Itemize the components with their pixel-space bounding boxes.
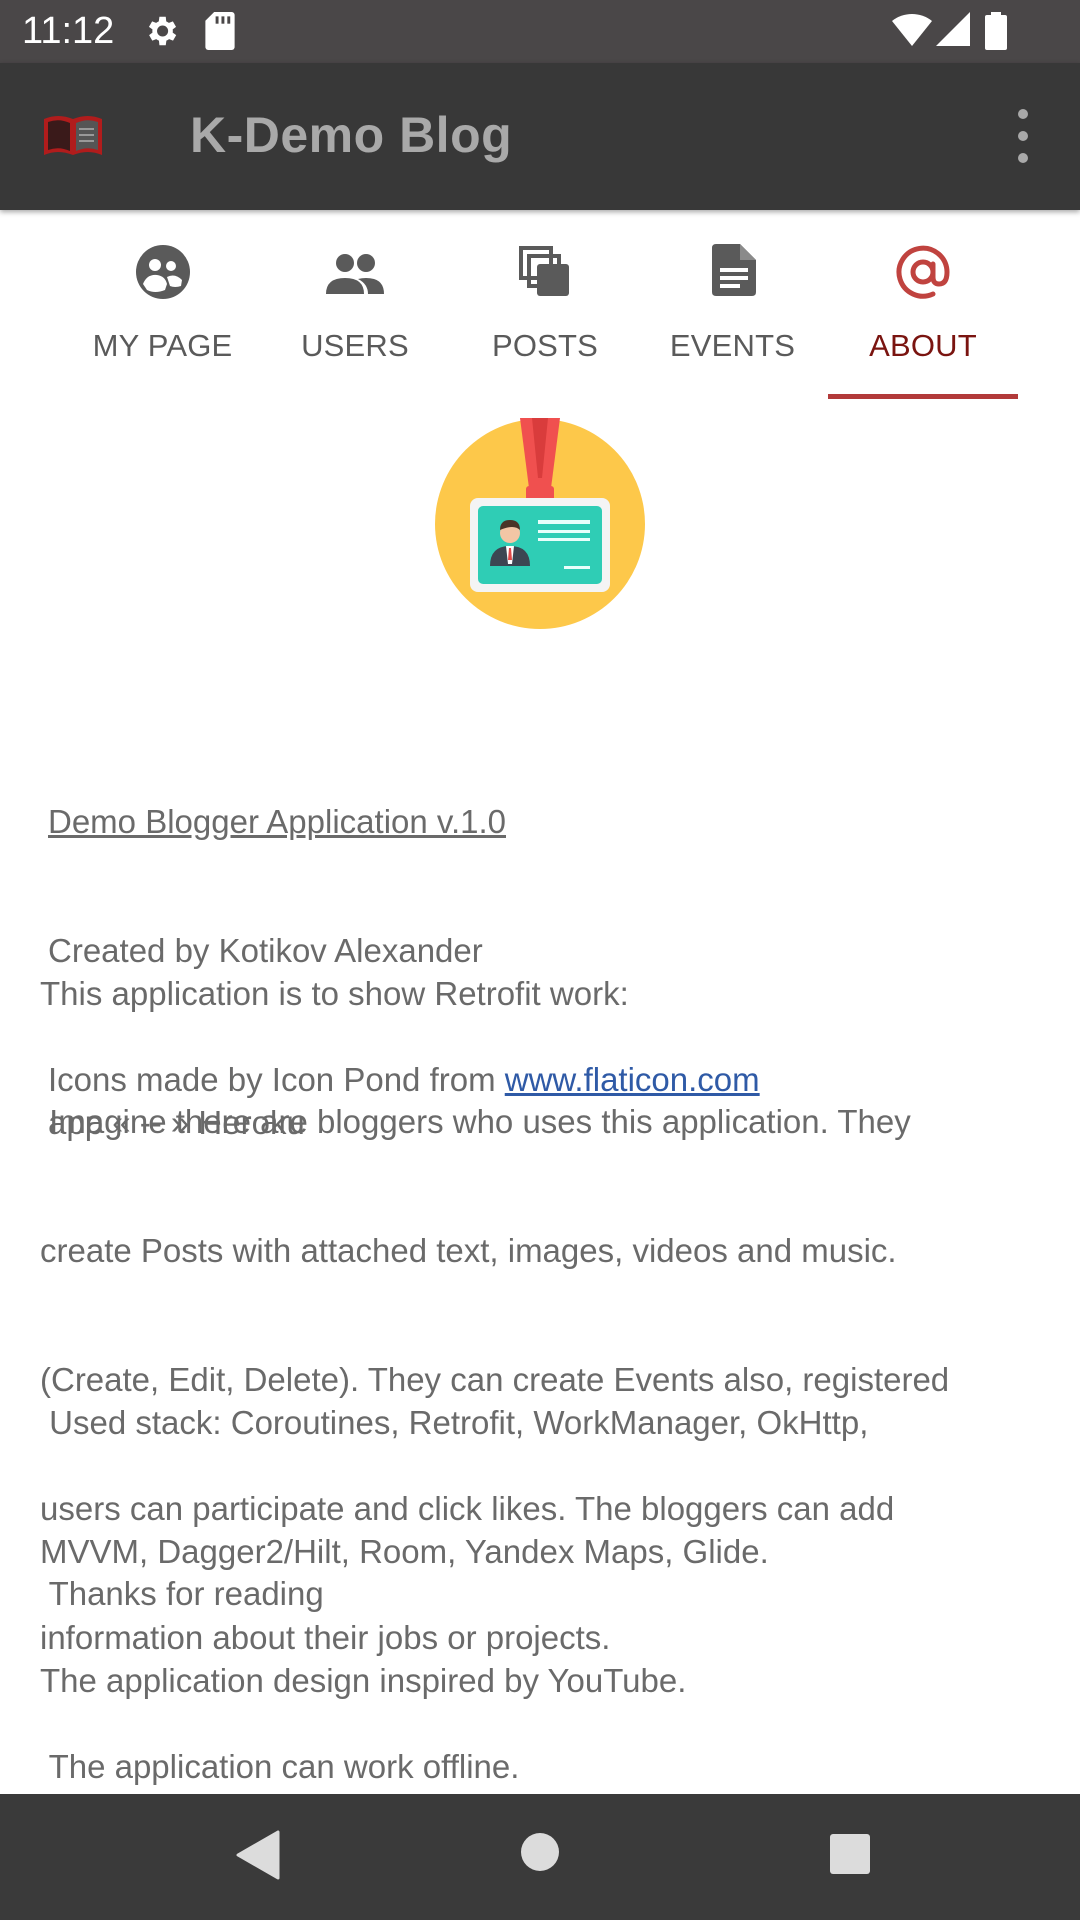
status-bar: 11:12 — [0, 0, 1080, 63]
status-time: 11:12 — [22, 10, 115, 52]
book-logo-icon — [42, 113, 104, 162]
users-icon — [324, 244, 386, 301]
thanks-text: Thanks for reading — [40, 1575, 324, 1612]
sd-card-icon — [205, 12, 235, 55]
active-tab-indicator — [828, 394, 1018, 399]
tab-posts[interactable]: POSTS — [450, 212, 640, 400]
tab-about[interactable]: ABOUT — [828, 212, 1018, 400]
tab-label: USERS — [301, 328, 409, 363]
tab-my-page[interactable]: MY PAGE — [70, 212, 255, 400]
tab-events[interactable]: EVENTS — [640, 212, 825, 400]
purpose-line: This application is to show Retrofit wor… — [40, 975, 629, 1012]
system-nav-bar — [0, 1794, 1080, 1920]
tab-label: MY PAGE — [92, 328, 233, 363]
description-line: The application can work offline. — [40, 1748, 520, 1785]
stack-line: The application design inspired by YouTu… — [40, 1662, 687, 1699]
description-line: Imagine there are bloggers who uses this… — [40, 1103, 911, 1140]
tab-label: POSTS — [491, 328, 599, 363]
overflow-menu-button[interactable] — [1000, 101, 1046, 171]
app-version-link[interactable]: Demo Blogger Application v.1.0 — [48, 803, 506, 840]
id-badge-illustration — [434, 418, 646, 630]
stack-line: Used stack: Coroutines, Retrofit, WorkMa… — [40, 1404, 869, 1441]
recents-icon[interactable] — [830, 1834, 870, 1879]
cellular-signal-icon — [936, 12, 970, 53]
description-line: create Posts with attached text, images,… — [40, 1232, 897, 1269]
posts-icon — [517, 244, 573, 305]
about-thanks: Thanks for reading — [40, 1486, 1050, 1658]
back-icon[interactable] — [236, 1830, 280, 1885]
my-page-icon — [135, 244, 191, 305]
tab-users[interactable]: USERS — [260, 212, 450, 400]
home-icon[interactable] — [520, 1832, 560, 1877]
wifi-icon — [892, 12, 932, 53]
app-title: K-Demo Blog — [190, 107, 513, 163]
tab-label: ABOUT — [869, 328, 977, 363]
app-bar: K-Demo Blog — [0, 63, 1080, 210]
tab-label: EVENTS — [669, 328, 796, 363]
at-sign-icon — [895, 244, 951, 305]
settings-icon — [142, 12, 180, 55]
tab-bar: MY PAGE USERS POSTS EVENTS ABOUT — [0, 212, 1080, 400]
battery-icon — [985, 12, 1007, 55]
events-icon — [708, 244, 758, 301]
